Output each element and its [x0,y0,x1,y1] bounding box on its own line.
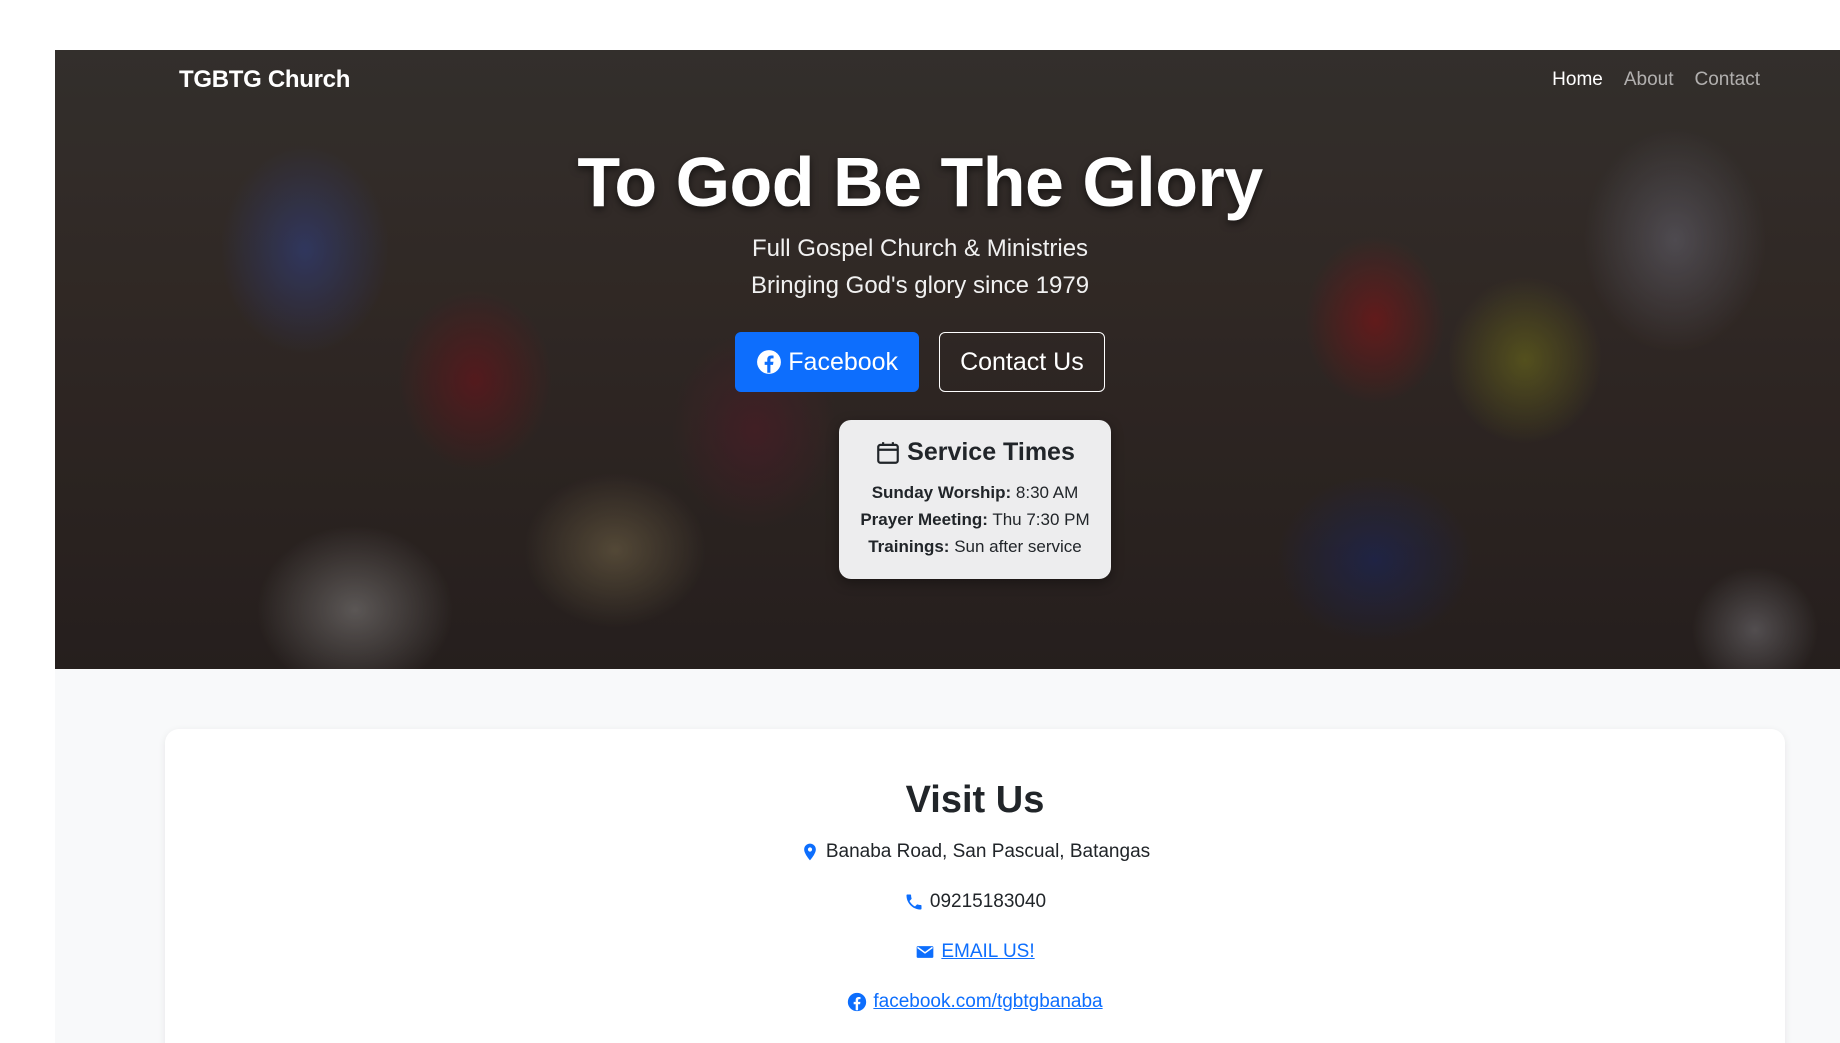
contact-us-button[interactable]: Contact Us [939,332,1105,392]
facebook-button[interactable]: Facebook [735,332,920,392]
service-times-heading: Service Times [839,438,1111,467]
nav-link-contact[interactable]: Contact [1695,69,1760,91]
navbar-links: Home About Contact [1552,69,1760,91]
nav-link-home[interactable]: Home [1552,69,1603,91]
service-times-card: Service Times Sunday Worship: 8:30 AM Pr… [839,420,1111,579]
service-item-trainings: Trainings: Sun after service [839,533,1111,560]
navbar-brand[interactable]: TGBTG Church [179,66,350,94]
address-text: Banaba Road, San Pascual, Batangas [825,841,1151,862]
hero-subtitle: Full Gospel Church & Ministries Bringing… [55,230,1840,304]
visit-facebook: facebook.com/tgbtgbanaba [165,991,1785,1013]
hero-subtitle-line-1: Full Gospel Church & Ministries [751,235,1089,262]
service-item-prayer: Prayer Meeting: Thu 7:30 PM [839,506,1111,533]
hero-title: To God Be The Glory [577,143,1263,221]
service-item-label: Trainings: [868,537,950,556]
envelope-icon [917,946,934,958]
visit-us-card: Visit Us Banaba Road, San Pascual, Batan… [165,729,1785,1043]
service-item-label: Sunday Worship: [871,483,1012,502]
service-item-value: Thu 7:30 PM [992,510,1090,529]
page-frame: TGBTG Church Home About Contact To God B… [55,50,1840,1043]
email-link[interactable]: EMAIL US! [941,941,1034,963]
service-item-label: Prayer Meeting: [860,510,988,529]
visit-email: EMAIL US! [165,941,1785,963]
facebook-icon [848,992,867,1012]
visit-address: Banaba Road, San Pascual, Batangas [165,841,1785,863]
facebook-icon [757,350,782,374]
nav-link-about[interactable]: About [1624,69,1674,91]
visit-phone: 09215183040 [165,891,1785,913]
phone-icon [906,894,922,910]
calendar-icon [877,441,899,464]
hero-subtitle-line-2: Bringing God's glory since 1979 [750,272,1090,299]
service-item-value: 8:30 AM [1015,483,1079,502]
service-times-title: Service Times [907,438,1075,466]
hero-buttons: Facebook Contact Us [55,332,1840,392]
facebook-page-link[interactable]: facebook.com/tgbtgbanaba [873,991,1102,1013]
visit-us-title: Visit Us [905,779,1045,821]
service-item-value: Sun after service [954,537,1082,556]
facebook-button-label: Facebook [788,347,899,376]
hero-section: TGBTG Church Home About Contact To God B… [55,50,1840,669]
map-pin-icon [804,843,816,861]
service-item-sunday: Sunday Worship: 8:30 AM [839,479,1111,506]
phone-text: 09215183040 [929,891,1047,912]
contact-us-button-label: Contact Us [960,347,1084,376]
